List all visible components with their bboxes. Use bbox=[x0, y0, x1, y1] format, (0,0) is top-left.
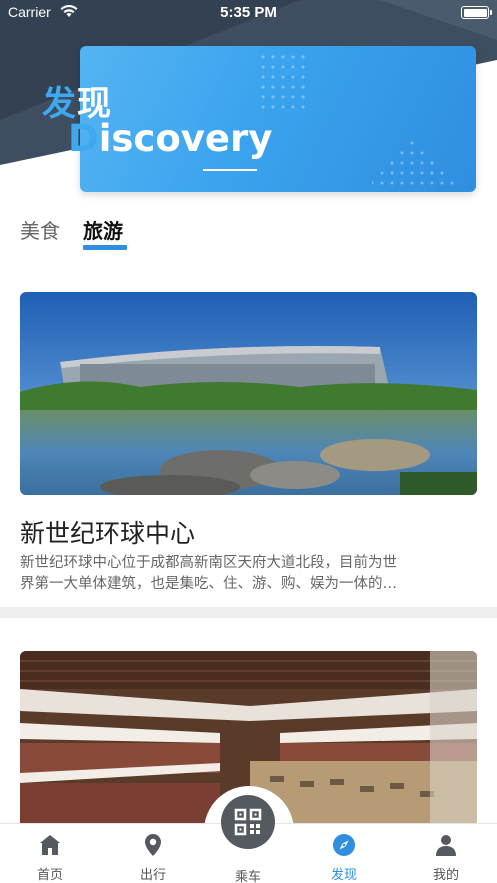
qr-scan-button[interactable] bbox=[221, 795, 275, 849]
banner-underline bbox=[203, 169, 257, 171]
tab-bar-label: 出行 bbox=[139, 868, 166, 883]
tab-bar-item-home[interactable]: 首页 bbox=[10, 824, 90, 883]
compass-icon bbox=[333, 834, 355, 856]
dot-pattern-decoration bbox=[261, 55, 305, 109]
tab-bar-label: 乘车 bbox=[234, 870, 261, 883]
qr-code-icon bbox=[234, 808, 262, 836]
status-time: 5:35 PM bbox=[220, 4, 277, 21]
tab-bar-label: 首页 bbox=[36, 868, 63, 883]
card-image-global-center[interactable] bbox=[20, 292, 477, 495]
dot-pattern-decoration bbox=[372, 141, 454, 185]
tab-bar-label: 我的 bbox=[432, 868, 459, 883]
card-description: 新世纪环球中心位于成都高新南区天府大道北段，目前为世 界第一大单体建筑，也是集吃… bbox=[20, 553, 475, 595]
battery-icon bbox=[461, 6, 492, 19]
card-title[interactable]: 新世纪环球中心 bbox=[20, 514, 195, 550]
location-pin-icon bbox=[145, 834, 161, 856]
tab-food[interactable]: 美食 bbox=[20, 215, 60, 244]
card-description-line: 界第一大单体建筑，也是集吃、住、游、购、娱为一体的… bbox=[20, 576, 397, 592]
tab-travel[interactable]: 旅游 bbox=[83, 215, 123, 244]
tab-bar-item-profile[interactable]: 我的 bbox=[406, 824, 486, 883]
card-description-line: 新世纪环球中心位于成都高新南区天府大道北段，目前为世 bbox=[20, 555, 397, 571]
banner-title-english: Discovery bbox=[68, 117, 273, 160]
home-icon bbox=[40, 835, 60, 855]
section-divider bbox=[0, 607, 497, 618]
tab-bar-label: 发现 bbox=[330, 868, 357, 883]
active-tab-indicator bbox=[83, 245, 127, 250]
status-bar: Carrier 5:35 PM bbox=[0, 0, 497, 26]
user-icon bbox=[436, 835, 456, 856]
tab-bar-item-discover[interactable]: 发现 bbox=[304, 824, 384, 883]
tab-bar-item-travel[interactable]: 出行 bbox=[113, 824, 193, 883]
